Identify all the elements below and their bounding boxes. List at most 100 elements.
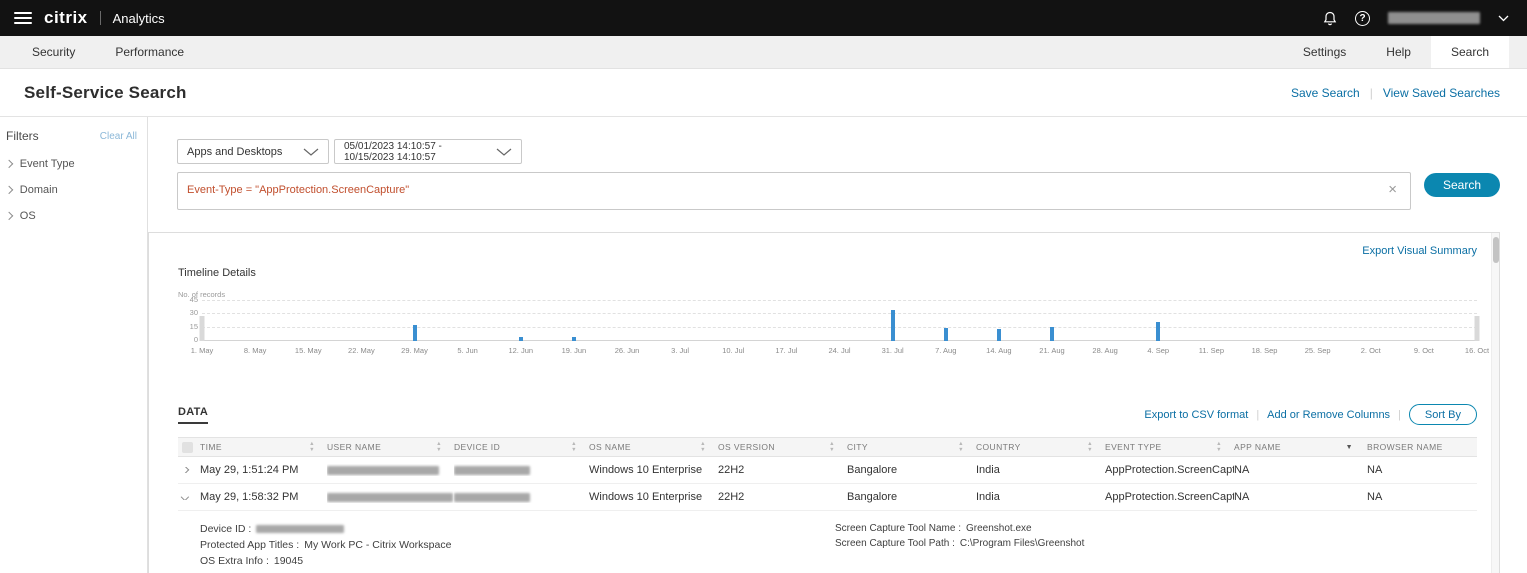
x-tick-label: 19. Jun	[561, 346, 587, 355]
timeline-x-axis: 1. May 8. May 15. May 22. May 29. May 5. Jun 1…	[191, 346, 1489, 358]
col-header-os-name[interactable]: OS NAME	[589, 442, 718, 452]
timeline-bar[interactable]	[890, 309, 895, 341]
col-header-time[interactable]: TIME	[200, 442, 327, 452]
help-icon[interactable]: ?	[1355, 10, 1370, 26]
x-tick-label: 2. Oct	[1360, 346, 1381, 355]
data-tab[interactable]: DATA	[178, 406, 209, 424]
add-remove-columns-link[interactable]: Add or Remove Columns	[1267, 409, 1390, 421]
x-tick-label: 18. Sep	[1251, 346, 1278, 355]
x-tick-label: 22. May	[348, 346, 375, 355]
sort-icon[interactable]	[309, 442, 315, 452]
filter-item-os[interactable]: OS	[4, 203, 137, 229]
clear-query-icon[interactable]: ×	[1388, 182, 1397, 197]
col-header-app-name[interactable]: APP NAME ▼	[1234, 442, 1367, 452]
nav-tab-help[interactable]: Help	[1366, 36, 1431, 68]
x-tick-label: 1. May	[190, 346, 214, 355]
save-search-link[interactable]: Save Search	[1291, 86, 1360, 100]
data-source-select[interactable]: Apps and Desktops	[177, 139, 329, 164]
sort-icon[interactable]	[829, 442, 835, 452]
timeline-bar[interactable]	[199, 316, 205, 341]
timeline-bar[interactable]	[412, 325, 417, 341]
timeline-bar[interactable]	[996, 329, 1001, 341]
sort-icon[interactable]	[1216, 442, 1222, 452]
results-table: TIME USER NAME DEVICE ID OS NAME OS VERS…	[178, 437, 1477, 571]
x-tick-label: 4. Sep	[1147, 346, 1170, 355]
topbar: citrix Analytics ?	[0, 0, 1527, 36]
col-header-event-type[interactable]: EVENT TYPE	[1105, 442, 1234, 452]
table-row: May 29, 1:51:24 PM Windows 10 Enterprise…	[178, 457, 1477, 484]
x-tick-label: 31. Jul	[881, 346, 904, 355]
y-tick-label: 30	[189, 308, 198, 318]
timeline-bar[interactable]	[571, 337, 576, 341]
table-row: May 29, 1:58:32 PM Windows 10 Enterprise…	[178, 484, 1477, 511]
page-title: Self-Service Search	[24, 82, 187, 102]
cell-os-name: Windows 10 Enterprise	[589, 464, 703, 476]
expand-row-button[interactable]	[178, 467, 200, 473]
x-tick-label: 29. May	[401, 346, 428, 355]
date-range-select[interactable]: 05/01/2023 14:10:57 - 10/15/2023 14:10:5…	[334, 139, 522, 164]
sort-icon[interactable]	[700, 442, 706, 452]
timeline-chart: No. of records 0 15 30 45 1. May 8. May 15. M…	[178, 290, 1489, 358]
filter-caret-icon[interactable]: ▼	[1346, 444, 1353, 451]
x-tick-label: 17. Jul	[775, 346, 798, 355]
menu-icon[interactable]	[14, 12, 32, 24]
scrollbar-thumb[interactable]	[1493, 237, 1499, 263]
gridline	[202, 300, 1477, 301]
cell-user-name-redacted	[327, 464, 454, 476]
collapse-row-button[interactable]	[178, 494, 200, 500]
filter-item-domain[interactable]: Domain	[4, 177, 137, 203]
filters-panel: Filters Clear All Event Type Domain OS	[0, 117, 148, 573]
filters-title: Filters	[6, 129, 39, 143]
timeline-bar[interactable]	[943, 327, 948, 341]
col-header-browser-name[interactable]: BROWSER NAME	[1367, 442, 1477, 452]
nav-tab-performance[interactable]: Performance	[95, 36, 204, 68]
x-tick-label: 10. Jul	[722, 346, 745, 355]
filter-item-event-type[interactable]: Event Type	[4, 151, 137, 177]
expanded-row-details: Device ID : Protected App Titles : My Wo…	[178, 511, 1477, 571]
cell-os-version: 22H2	[718, 464, 745, 476]
chevron-down-icon	[180, 494, 190, 500]
panel-scrollbar[interactable]	[1491, 233, 1499, 573]
export-visual-summary-link[interactable]: Export Visual Summary	[1362, 245, 1477, 257]
search-query-input[interactable]: Event-Type = "AppProtection.ScreenCaptur…	[177, 172, 1411, 210]
sort-icon[interactable]	[571, 442, 577, 452]
sort-icon[interactable]	[1087, 442, 1093, 452]
timeline-bar[interactable]	[518, 337, 523, 341]
brand-divider	[99, 11, 101, 25]
col-header-city[interactable]: CITY	[847, 442, 976, 452]
sort-by-button[interactable]: Sort By	[1408, 404, 1477, 425]
timeline-bar[interactable]	[1474, 316, 1480, 341]
query-text: Event-Type = "AppProtection.ScreenCaptur…	[187, 184, 410, 196]
y-tick-label: 45	[189, 295, 198, 304]
sort-icon[interactable]	[436, 442, 442, 452]
cell-browser-name: NA	[1367, 491, 1383, 503]
timeline-bar[interactable]	[1050, 326, 1054, 341]
timeline-bar[interactable]	[1156, 322, 1161, 341]
col-header-os-version[interactable]: OS VERSION	[718, 442, 847, 452]
detail-screen-capture-tool-path: Screen Capture Tool Path : C:\Program Fi…	[835, 538, 1085, 549]
cell-time: May 29, 1:51:24 PM	[200, 464, 299, 476]
view-saved-searches-link[interactable]: View Saved Searches	[1383, 86, 1500, 100]
export-csv-link[interactable]: Export to CSV format	[1144, 409, 1248, 421]
select-all-box[interactable]	[182, 441, 193, 453]
nav-tab-search[interactable]: Search	[1430, 36, 1509, 68]
notifications-bell-icon[interactable]	[1323, 11, 1337, 26]
col-header-user-name[interactable]: USER NAME	[327, 442, 454, 452]
x-tick-label: 16. Oct	[1464, 346, 1490, 355]
cell-time: May 29, 1:58:32 PM	[200, 491, 299, 503]
col-header-device-id[interactable]: DEVICE ID	[454, 442, 589, 452]
clear-all-link[interactable]: Clear All	[100, 131, 137, 142]
product-name: Analytics	[112, 10, 165, 26]
nav-tab-settings[interactable]: Settings	[1283, 36, 1366, 68]
chevron-down-icon	[303, 148, 319, 156]
nav-tab-security[interactable]: Security	[12, 36, 95, 68]
sort-icon[interactable]	[958, 442, 964, 452]
citrix-analytics-app: citrix Analytics ? Security Performance …	[0, 0, 1527, 573]
x-tick-label: 21. Aug	[1039, 346, 1065, 355]
search-button[interactable]: Search	[1424, 173, 1500, 197]
col-header-country[interactable]: COUNTRY	[976, 442, 1105, 452]
account-chevron-down-icon[interactable]	[1498, 15, 1509, 22]
x-tick-label: 5. Jun	[457, 346, 478, 355]
primary-nav: Security Performance Settings Help Searc…	[0, 36, 1527, 69]
detail-device-id: Device ID :	[200, 523, 835, 535]
